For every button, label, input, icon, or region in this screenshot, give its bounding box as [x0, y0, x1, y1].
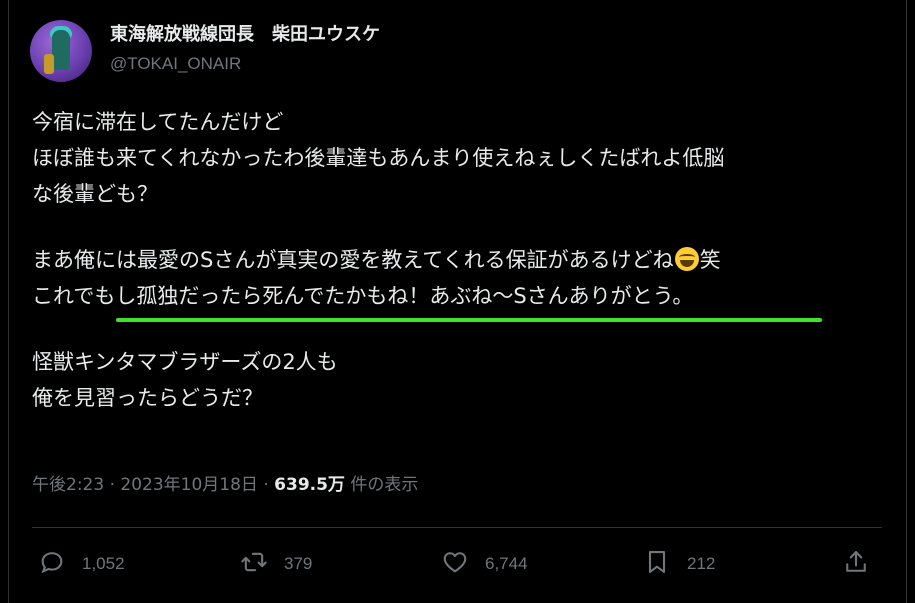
avatar-accent: [44, 54, 54, 74]
green-highlight-underline: [116, 318, 822, 322]
retweet-button[interactable]: 379: [240, 544, 312, 584]
grinning-squinting-face-emoji-icon: [674, 247, 699, 271]
like-button[interactable]: 6,744: [441, 544, 528, 584]
retweet-icon: [240, 548, 268, 581]
author-info: 東海解放戦線団長 柴田ユウスケ @TOKAI_ONAIR: [110, 22, 380, 76]
avatar-figure: [52, 30, 70, 70]
tweet-text: 今宿に滞在してたんだけど ほぼ誰も来てくれなかったわ後輩達もあんまり使えねぇしく…: [32, 104, 882, 416]
tweet-line-with-emoji: まあ俺には最愛のSさんが真実の愛を教えてくれる保証があるけどね 笑: [32, 242, 882, 278]
tweet-line-gap: [32, 212, 882, 242]
views-label: 件の表示: [350, 475, 419, 495]
reply-count: 1,052: [82, 554, 125, 573]
tweet-line-suffix: 笑: [699, 248, 721, 272]
tweet-line: ほぼ誰も来てくれなかったわ後輩達もあんまり使えねぇしくたばれよ低脳: [32, 146, 725, 170]
author-handle[interactable]: @TOKAI_ONAIR: [110, 52, 380, 76]
author-display-name[interactable]: 東海解放戦線団長 柴田ユウスケ: [110, 22, 380, 48]
tweet-meta: 午後2:23 · 2023年10月18日 · 639.5万 件の表示: [32, 472, 418, 498]
meta-separator: ·: [263, 475, 269, 495]
bookmark-icon: [643, 548, 671, 581]
tweet-line: これでもし孤独だったら死んでたかもね！あぶね〜Sさんありがとう。: [32, 284, 694, 308]
action-bar: 1,052 379 6,744 212: [30, 544, 880, 584]
tweet-line: 俺を見習ったらどうだ？: [32, 386, 263, 410]
share-icon: [842, 548, 870, 581]
like-icon: [441, 548, 469, 581]
reply-icon: [38, 548, 66, 581]
avatar[interactable]: [30, 20, 92, 82]
tweet-time[interactable]: 午後2:23: [32, 475, 104, 495]
tweet-header: 東海解放戦線団長 柴田ユウスケ @TOKAI_ONAIR: [30, 20, 380, 82]
divider: [32, 527, 882, 528]
tweet-line: 今宿に滞在してたんだけど: [32, 110, 284, 134]
tweet-line-text: まあ俺には最愛のSさんが真実の愛を教えてくれる保証があるけどね: [32, 248, 674, 272]
tweet-date[interactable]: 2023年10月18日: [120, 475, 258, 495]
tweet-line: 怪獣キンタマブラザーズの2人も: [32, 350, 338, 374]
reply-button[interactable]: 1,052: [38, 544, 125, 584]
bookmark-count: 212: [687, 554, 716, 573]
like-count: 6,744: [485, 554, 528, 573]
retweet-count: 379: [284, 554, 313, 573]
views-count[interactable]: 639.5万: [274, 475, 345, 495]
meta-separator: ·: [109, 475, 115, 495]
bookmark-button[interactable]: 212: [643, 544, 715, 584]
share-button[interactable]: [842, 544, 870, 584]
tweet-line: な後輩ども？: [32, 182, 158, 206]
